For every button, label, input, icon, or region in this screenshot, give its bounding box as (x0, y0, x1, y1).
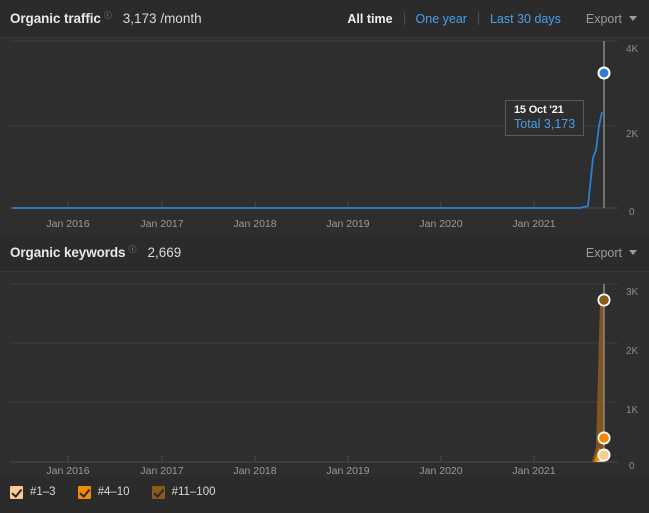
legend-label: #1–3 (30, 486, 56, 498)
x-tick-label: Jan 2021 (512, 218, 555, 230)
organic-traffic-header-actions: All time One year Last 30 days Export (336, 12, 637, 26)
legend-label: #4–10 (97, 486, 130, 498)
x-tick-label: Jan 2021 (512, 465, 555, 477)
legend-item-11-100[interactable]: #11–100 (151, 485, 216, 499)
y-tick-4k: 4K (626, 44, 639, 55)
export-label: Export (585, 245, 622, 260)
y-tick-2k: 2K (626, 129, 639, 140)
organic-traffic-chart[interactable]: 4K 2K 0 Jan 2016 Jan 2017 Jan 2018 Jan 2… (0, 38, 649, 234)
y-tick-0: 0 (629, 461, 635, 472)
chevron-down-icon (629, 250, 637, 255)
legend-label: #11–100 (171, 486, 216, 498)
x-tick-label: Jan 2018 (233, 218, 276, 230)
x-tick-label: Jan 2016 (46, 218, 89, 230)
y-tick-1k: 1K (626, 405, 639, 416)
checkbox-4-10[interactable] (77, 485, 91, 499)
x-tick-label: Jan 2020 (419, 218, 462, 230)
y-tick-2k: 2K (626, 346, 639, 357)
range-last-30-days[interactable]: Last 30 days (479, 12, 572, 26)
organic-keywords-header-actions: Export (572, 246, 637, 260)
range-one-year[interactable]: One year (405, 12, 478, 26)
x-tick-label: Jan 2016 (46, 465, 89, 477)
export-keywords-button[interactable]: Export (586, 246, 637, 260)
export-label: Export (585, 11, 622, 26)
date-range-selector: All time One year Last 30 days (336, 12, 571, 26)
organic-keywords-chart[interactable]: 3K 2K 1K 0 Jan 2016 Jan 2017 Jan 2018 Ja… (0, 272, 649, 477)
x-tick-label: Jan 2017 (140, 218, 183, 230)
traffic-data-marker[interactable] (599, 68, 609, 78)
checkbox-11-100[interactable] (151, 485, 165, 499)
export-traffic-button[interactable]: Export (586, 12, 637, 26)
traffic-chart-svg: 4K 2K 0 Jan 2016 Jan 2017 Jan 2018 Jan 2… (0, 38, 649, 234)
legend-item-1-3[interactable]: #1–3 (10, 485, 56, 499)
x-tick-label: Jan 2017 (140, 465, 183, 477)
info-icon[interactable]: ⓘ (128, 244, 136, 255)
organic-keywords-panel: Organic keywords ⓘ 2,669 Export 3K 2K 1K… (0, 234, 649, 507)
x-tick-label: Jan 2019 (326, 218, 369, 230)
keywords-legend: #1–3 #4–10 #11–100 (0, 477, 649, 507)
legend-item-4-10[interactable]: #4–10 (77, 485, 130, 499)
y-tick-0: 0 (629, 207, 635, 218)
info-icon[interactable]: ⓘ (104, 10, 112, 21)
x-tick-label: Jan 2019 (326, 465, 369, 477)
organic-traffic-panel: Organic traffic ⓘ 3,173 /month All time … (0, 0, 649, 234)
y-tick-3k: 3K (626, 287, 639, 298)
keywords-marker-11-100[interactable] (599, 295, 609, 305)
organic-traffic-value: 3,173 /month (122, 11, 202, 26)
x-tick-label: Jan 2018 (233, 465, 276, 477)
keywords-marker-1-3[interactable] (599, 450, 609, 460)
x-tick-label: Jan 2020 (419, 465, 462, 477)
organic-keywords-header: Organic keywords ⓘ 2,669 Export (0, 234, 649, 272)
section-title-keywords: Organic keywords (10, 245, 126, 260)
keywords-marker-4-10[interactable] (599, 433, 609, 443)
range-all-time[interactable]: All time (336, 12, 403, 26)
chevron-down-icon (629, 16, 637, 21)
chart-background (0, 38, 649, 234)
keywords-chart-svg: 3K 2K 1K 0 Jan 2016 Jan 2017 Jan 2018 Ja… (0, 272, 649, 477)
page-title: Organic traffic (10, 11, 101, 26)
checkbox-1-3[interactable] (10, 485, 23, 499)
organic-traffic-header: Organic traffic ⓘ 3,173 /month All time … (0, 0, 649, 38)
organic-keywords-value: 2,669 (147, 245, 182, 260)
chart-background (0, 272, 649, 477)
